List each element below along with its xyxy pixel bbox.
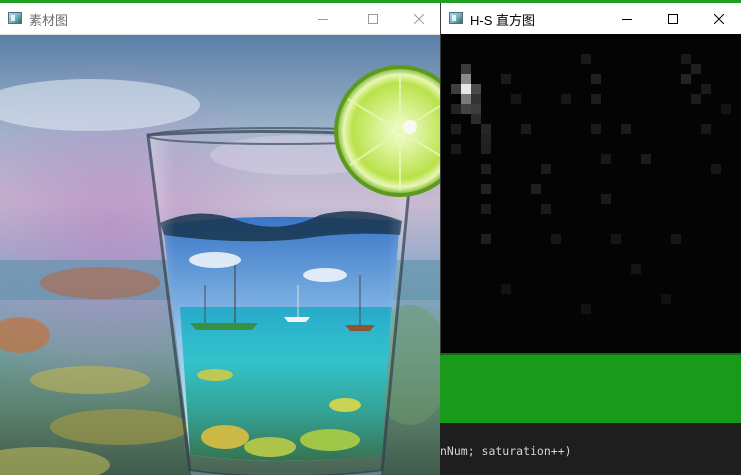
close-button[interactable] bbox=[396, 3, 440, 34]
hs-histogram-image bbox=[441, 34, 741, 353]
maximize-icon bbox=[668, 13, 678, 24]
minimize-icon bbox=[318, 18, 328, 20]
maximize-button[interactable] bbox=[350, 3, 396, 34]
background-code-editor: nNum; saturation++) bbox=[440, 423, 741, 475]
app-icon bbox=[449, 12, 463, 24]
titlebar[interactable]: H-S 直方图 bbox=[441, 3, 741, 34]
minimize-button[interactable] bbox=[604, 3, 650, 34]
source-image bbox=[0, 35, 440, 475]
app-icon bbox=[8, 12, 22, 24]
close-icon bbox=[414, 13, 424, 24]
close-icon bbox=[714, 13, 724, 24]
histogram-canvas bbox=[441, 34, 741, 353]
maximize-icon bbox=[368, 13, 378, 24]
maximize-button[interactable] bbox=[650, 3, 696, 34]
minimize-button[interactable] bbox=[300, 3, 346, 34]
close-button[interactable] bbox=[696, 3, 741, 34]
minimize-icon bbox=[622, 18, 632, 20]
code-line: nNum; saturation++) bbox=[440, 444, 572, 458]
image-canvas bbox=[0, 34, 440, 475]
background-green-panel bbox=[440, 353, 741, 423]
source-image-window[interactable]: 素材图 bbox=[0, 3, 440, 475]
titlebar[interactable]: 素材图 bbox=[0, 3, 440, 34]
window-title: 素材图 bbox=[29, 13, 69, 28]
window-title: H-S 直方图 bbox=[470, 13, 536, 28]
hs-histogram-window[interactable]: H-S 直方图 bbox=[440, 3, 741, 353]
